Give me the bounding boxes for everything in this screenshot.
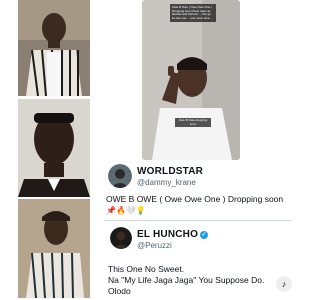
tweet-screenshot: WORLDSTAR @dammy_krane OWE B OWE ( Owe O… [100, 160, 294, 300]
photo-man-portrait [18, 99, 90, 197]
quoted-tweet-line-2: Na "My Life Jaga Jaga" You Suppose Do. [108, 275, 265, 285]
tweet-author-handle[interactable]: @dammy_krane [137, 178, 196, 187]
video-subcaption-overlay: Owe B Owe dropping soon [175, 118, 211, 128]
verified-badge-icon: ✓ [200, 231, 209, 239]
photo-man-striped-jacket [18, 0, 90, 96]
quoted-tweet-line-3: Olodo [108, 286, 131, 296]
peruzzi-avatar[interactable] [110, 227, 132, 249]
worldstar-avatar[interactable] [108, 164, 132, 188]
quoted-author-name-text: EL HUNCHO [137, 229, 199, 240]
video-caption-overlay: Owe B Owe | Owe Owe One | Dropping soon … [170, 4, 216, 23]
tiktok-logo-icon: ♪ [276, 276, 292, 292]
tweet-author-name[interactable]: WORLDSTAR [137, 166, 203, 177]
tweet-emoji-row: 📌🔥🤍💡 [106, 206, 146, 215]
tweet-text: OWE B OWE ( Owe Owe One ) Dropping soon [106, 194, 284, 204]
photo-man-cap [18, 199, 90, 298]
quoted-tweet-line-1: This One No Sweet. [108, 264, 185, 274]
quoted-author-name[interactable]: EL HUNCHO ✓ [137, 229, 209, 240]
quoted-author-handle[interactable]: @Peruzzi [137, 241, 172, 250]
video-screenshot: Owe B Owe | Owe Owe One | Dropping soon … [142, 0, 240, 160]
